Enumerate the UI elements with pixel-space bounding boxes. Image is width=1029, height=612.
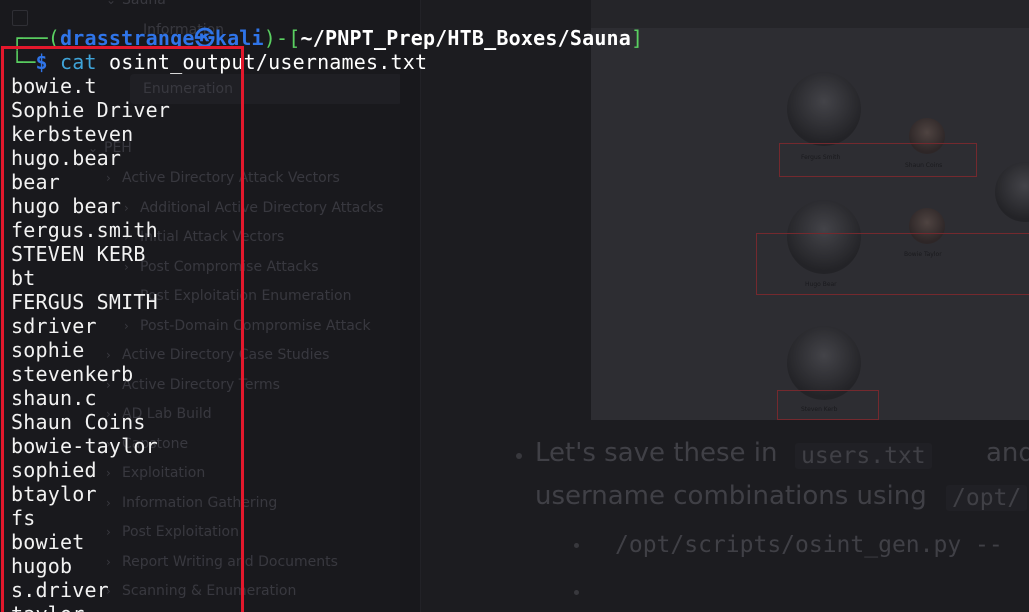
red-highlight-box [1, 46, 244, 612]
terminal-window[interactable]: ┌──(drasstrange㉿kali)-[~/PNPT_Prep/HTB_B… [0, 0, 1029, 612]
screen: ⌄ Sauna Information Enumeration ⌄ PEH › Act… [0, 0, 1029, 612]
prompt-path: ~/PNPT_Prep/HTB_Boxes/Sauna [300, 26, 632, 50]
